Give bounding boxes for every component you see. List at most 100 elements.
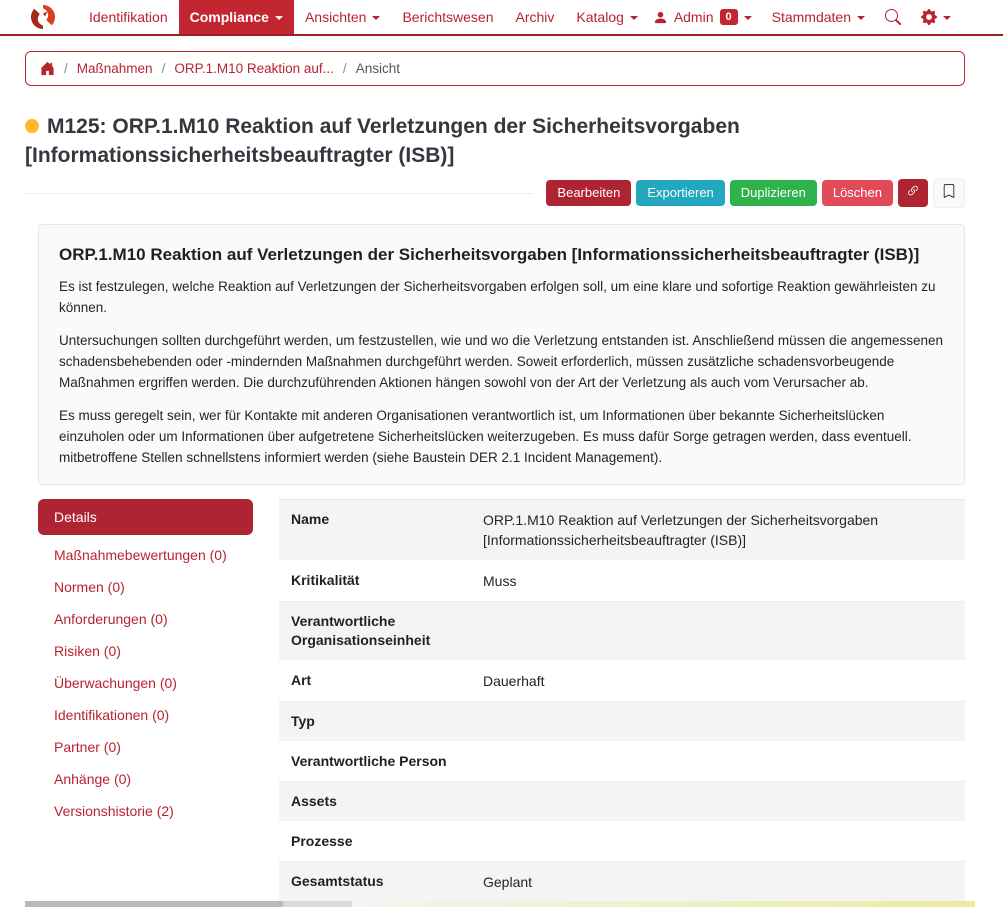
nav-item[interactable]: Compliance xyxy=(178,0,294,34)
sidebar-tab[interactable]: Maßnahmebewertungen (0) xyxy=(38,539,253,571)
action-toolbar: Bearbeiten Exportieren Duplizieren Lösch… xyxy=(25,178,965,208)
table-row: Kritikalität Muss xyxy=(279,561,965,602)
status-gradient-bar xyxy=(352,901,975,907)
nav-item[interactable]: Identifikation xyxy=(78,0,179,34)
gear-icon xyxy=(921,9,937,25)
nav-item-label: Katalog xyxy=(576,9,624,25)
page-title-text: M125: ORP.1.M10 Reaktion auf Verletzunge… xyxy=(25,115,740,167)
detail-label: Kritikalität xyxy=(291,572,360,588)
nav-item[interactable]: Archiv xyxy=(505,0,566,34)
detail-value: Dauerhaft xyxy=(483,673,545,689)
action-button[interactable]: Löschen xyxy=(821,180,893,206)
caret-down-icon xyxy=(629,16,638,20)
scrollbar-thumb[interactable] xyxy=(25,901,283,907)
page-title: M125: ORP.1.M10 Reaktion auf Verletzunge… xyxy=(25,112,965,170)
caret-down-icon xyxy=(943,16,951,20)
breadcrumb-separator: / xyxy=(342,61,347,76)
table-row: Art Dauerhaft xyxy=(279,661,965,702)
home-icon xyxy=(40,61,55,76)
description-paragraph: Es ist festzulegen, welche Reaktion auf … xyxy=(59,279,936,315)
search-button[interactable] xyxy=(885,9,901,25)
detail-value xyxy=(475,602,965,660)
breadcrumb-link[interactable]: ORP.1.M10 Reaktion auf... xyxy=(174,61,334,76)
sidebar-tab[interactable]: Versionshistorie (2) xyxy=(38,795,253,827)
content-row: Details Maßnahmebewertungen (0) Normen (… xyxy=(38,499,965,903)
user-icon xyxy=(653,10,668,25)
table-row: Prozesse xyxy=(279,822,965,862)
nav-item[interactable]: Katalog xyxy=(565,0,648,34)
description-paragraph: Es muss geregelt sein, wer für Kontakte … xyxy=(59,408,912,465)
app-logo-icon[interactable] xyxy=(30,0,56,34)
nav-item[interactable]: Berichtswesen xyxy=(391,0,504,34)
navbar-right: Admin 0 Stammdaten xyxy=(653,0,1003,34)
search-icon xyxy=(885,9,901,25)
sidebar-tab[interactable]: Normen (0) xyxy=(38,571,253,603)
detail-value xyxy=(475,742,965,781)
breadcrumb-link[interactable]: Maßnahmen xyxy=(77,61,153,76)
detail-label: Name xyxy=(291,511,330,527)
stammdaten-label: Stammdaten xyxy=(771,9,851,25)
link-icon xyxy=(906,184,920,202)
table-row: Assets xyxy=(279,782,965,822)
table-row: Name ORP.1.M10 Reaktion auf Verletzungen… xyxy=(279,500,965,561)
detail-label: Verantwortliche Person xyxy=(291,753,447,769)
horizontal-scrollbar xyxy=(25,901,975,907)
detail-value: ORP.1.M10 Reaktion auf Verletzungen der … xyxy=(483,512,879,548)
breadcrumb: / Maßnahmen / ORP.1.M10 Reaktion auf... … xyxy=(25,51,965,86)
table-row: Gesamtstatus Geplant xyxy=(279,862,965,903)
nav-item-label: Identifikation xyxy=(89,9,168,25)
detail-label: Assets xyxy=(291,793,337,809)
detail-value xyxy=(475,822,965,861)
bookmark-button[interactable] xyxy=(933,178,965,208)
action-buttons: Bearbeiten Exportieren Duplizieren Lösch… xyxy=(546,180,893,206)
detail-label: Art xyxy=(291,672,312,688)
breadcrumb-items: / Maßnahmen / ORP.1.M10 Reaktion auf... … xyxy=(64,61,400,76)
sidebar-tab[interactable]: Identifikationen (0) xyxy=(38,699,253,731)
detail-value xyxy=(475,782,965,821)
breadcrumb-link[interactable]: Ansicht xyxy=(356,61,400,76)
detail-label: Typ xyxy=(291,713,315,729)
action-button[interactable]: Duplizieren xyxy=(729,180,817,206)
user-label: Admin xyxy=(673,9,714,25)
details-table: Name ORP.1.M10 Reaktion auf Verletzungen… xyxy=(279,499,965,903)
user-menu[interactable]: Admin 0 xyxy=(653,9,752,25)
home-link[interactable] xyxy=(40,61,55,76)
caret-down-icon xyxy=(743,16,752,20)
description-paragraphs: Es ist festzulegen, welche Reaktion auf … xyxy=(59,276,944,468)
sidebar-tab[interactable]: Anforderungen (0) xyxy=(38,603,253,635)
caret-down-icon xyxy=(857,16,865,20)
action-button[interactable]: Bearbeiten xyxy=(546,180,632,206)
detail-value: Muss xyxy=(483,573,517,589)
action-button[interactable]: Exportieren xyxy=(636,180,725,206)
nav-item-label: Ansichten xyxy=(304,9,367,25)
sidebar-tab[interactable]: Überwachungen (0) xyxy=(38,667,253,699)
stammdaten-menu[interactable]: Stammdaten xyxy=(772,9,865,25)
bookmark-icon xyxy=(942,184,956,202)
sidebar-tab[interactable]: Partner (0) xyxy=(38,731,253,763)
nav-item-label: Compliance xyxy=(189,9,269,25)
detail-value xyxy=(475,702,965,741)
caret-down-icon xyxy=(372,16,381,20)
breadcrumb-separator: / xyxy=(64,61,68,76)
sidebar-tab[interactable]: Risiken (0) xyxy=(38,635,253,667)
caret-down-icon xyxy=(274,16,283,20)
scrollbar-track xyxy=(283,901,352,907)
sidebar-tab[interactable]: Details xyxy=(38,499,253,535)
description-heading: ORP.1.M10 Reaktion auf Verletzungen der … xyxy=(59,245,920,264)
detail-label: Gesamtstatus xyxy=(291,873,384,889)
detail-label: Prozesse xyxy=(291,833,353,849)
description-paragraph: Untersuchungen sollten durchgeführt werd… xyxy=(59,333,944,390)
navbar: Identifikation Compliance Ansichten Beri… xyxy=(0,0,1003,36)
nav-item[interactable]: Ansichten xyxy=(294,0,391,34)
sidebar-tab[interactable]: Anhänge (0) xyxy=(38,763,253,795)
nav-item-label: Archiv xyxy=(515,9,555,25)
table-row: Verantwortliche Person xyxy=(279,742,965,782)
copy-link-button[interactable] xyxy=(898,179,928,207)
settings-menu[interactable] xyxy=(921,9,951,25)
table-row: Typ xyxy=(279,702,965,742)
detail-label: Verantwortliche Organisationseinheit xyxy=(291,613,431,648)
breadcrumb-separator: / xyxy=(161,61,166,76)
nav-item-label: Berichtswesen xyxy=(402,9,494,25)
user-badge: 0 xyxy=(719,9,738,25)
divider xyxy=(25,192,534,194)
